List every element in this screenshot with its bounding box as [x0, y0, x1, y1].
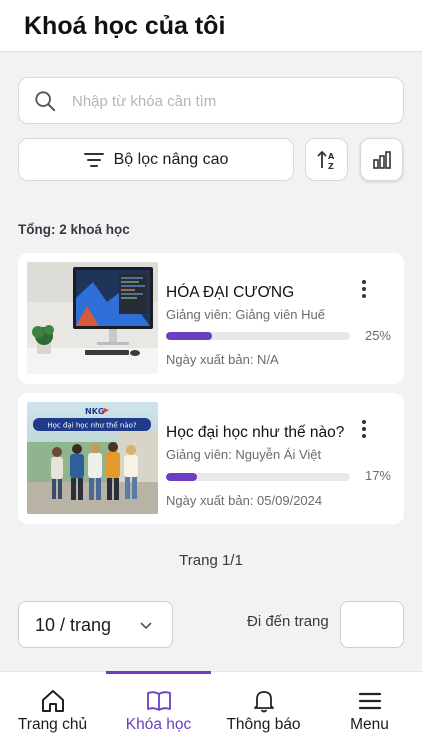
monitor-photo-image: [27, 262, 158, 374]
publish-date: Ngày xuất bản: 05/09/2024: [166, 493, 323, 508]
sort-button[interactable]: A Z: [305, 138, 348, 181]
filter-icon: [83, 152, 104, 167]
bell-icon: [253, 691, 274, 713]
advanced-filter-button[interactable]: Bộ lọc nâng cao: [18, 138, 294, 181]
search-box[interactable]: [18, 77, 404, 124]
students-photo-image: NKG Học đại học như thế nào?: [27, 402, 158, 514]
course-card[interactable]: HÓA ĐẠI CƯƠNG Giảng viên: Giảng viên Huế…: [18, 253, 404, 384]
app-header: Khoá học của tôi: [0, 0, 422, 52]
course-thumbnail: [27, 262, 158, 374]
page-size-select[interactable]: 10 / trang: [18, 601, 173, 648]
bar-chart-icon: [372, 150, 391, 169]
more-options-icon[interactable]: [356, 418, 372, 440]
goto-page-input[interactable]: [340, 601, 404, 648]
progress-fill: [166, 332, 212, 340]
course-teacher: Giảng viên: Nguyễn Ái Việt: [166, 447, 322, 462]
progress-bar: [166, 332, 350, 340]
progress-fill: [166, 473, 198, 481]
menu-icon: [358, 692, 381, 710]
home-icon: [41, 690, 64, 712]
thumbnail-logo-text: NKG: [85, 407, 104, 416]
more-options-icon[interactable]: [356, 278, 372, 300]
svg-text:A: A: [328, 152, 335, 161]
search-input[interactable]: [72, 88, 392, 114]
svg-text:Z: Z: [328, 162, 334, 171]
goto-page-label: Đi đến trang: [247, 613, 329, 630]
nav-label-courses: Khóa học: [125, 716, 192, 733]
chevron-down-icon: [140, 622, 152, 630]
statistics-button[interactable]: [360, 138, 403, 181]
course-thumbnail: NKG Học đại học như thế nào?: [27, 402, 158, 514]
nav-item-courses[interactable]: Khóa học: [106, 671, 211, 750]
course-teacher: Giảng viên: Giảng viên Huế: [166, 307, 325, 322]
sort-icon: A Z: [316, 150, 335, 171]
course-count: Tổng: 2 khoá học: [18, 222, 130, 237]
nav-item-home[interactable]: Trang chủ: [0, 672, 105, 750]
bottom-navigation: Trang chủ Khóa học Thông báo Menu: [0, 671, 422, 750]
nav-item-notifications[interactable]: Thông báo: [211, 672, 316, 750]
course-title[interactable]: Học đại học như thế nào?: [166, 424, 344, 442]
course-title[interactable]: HÓA ĐẠI CƯƠNG: [166, 284, 294, 302]
nav-label-home: Trang chủ: [17, 716, 88, 733]
page-indicator: Trang 1/1: [179, 552, 243, 569]
page-title: Khoá học của tôi: [24, 12, 226, 40]
nav-label-menu: Menu: [350, 716, 389, 733]
nav-label-notifications: Thông báo: [226, 716, 301, 733]
publish-date: Ngày xuất bản: N/A: [166, 352, 279, 367]
advanced-filter-label: Bộ lọc nâng cao: [113, 150, 229, 168]
page-size-value: 10 / trang: [35, 615, 112, 635]
progress-percent: 25%: [364, 328, 391, 343]
book-icon: [146, 691, 171, 711]
thumbnail-banner-text: Học đại học như thế nào?: [47, 422, 137, 430]
search-icon: [35, 91, 56, 112]
nav-item-menu[interactable]: Menu: [317, 672, 422, 750]
course-card[interactable]: NKG Học đại học như thế nào? Học đại học…: [18, 393, 404, 524]
progress-percent: 17%: [364, 468, 391, 483]
progress-bar: [166, 473, 350, 481]
